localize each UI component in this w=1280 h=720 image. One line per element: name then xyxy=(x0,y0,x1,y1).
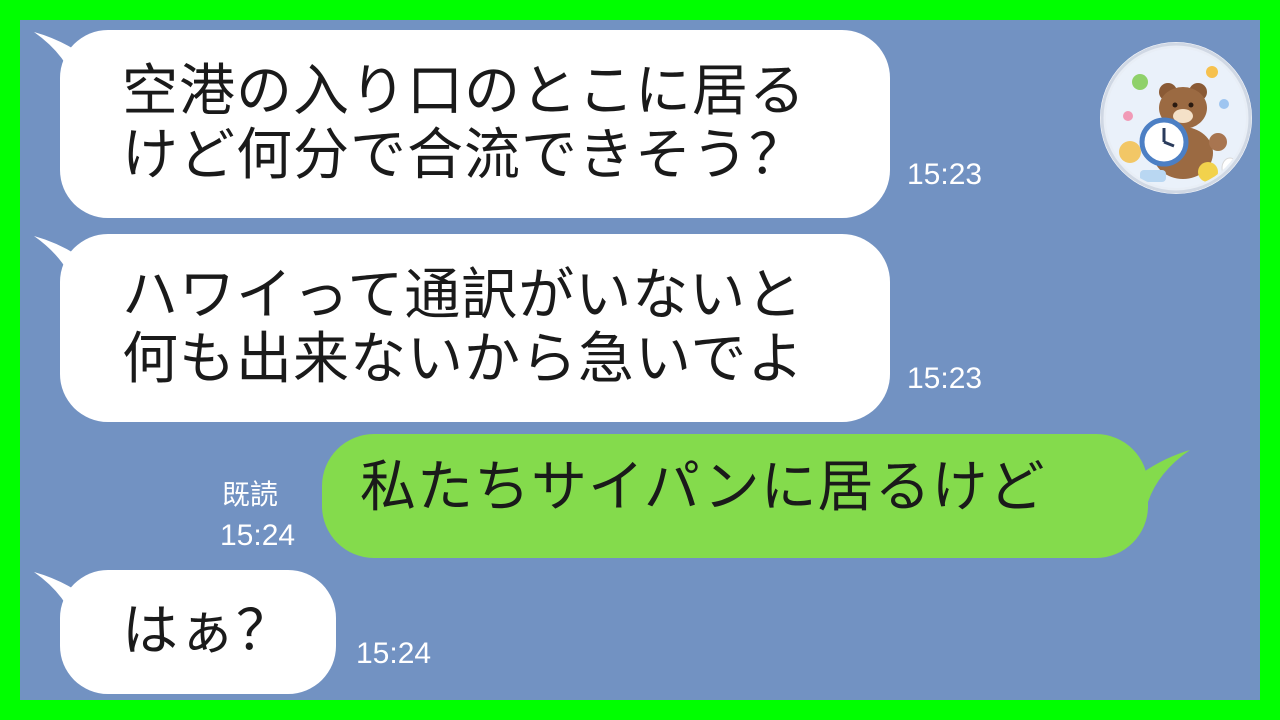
message-text-line: ハワイって通訳がいないと xyxy=(122,263,804,328)
message-text-line: はぁ？ xyxy=(122,599,293,664)
message-bubble-incoming[interactable]: はぁ？ xyxy=(60,570,336,694)
chat-area: 空港の入り口のとこに居る けど何分で合流できそう？ 15:23 ハワイって通訳が… xyxy=(20,20,1260,700)
bear-clock-avatar-icon xyxy=(1100,42,1252,194)
message-time: 15:23 xyxy=(907,362,983,395)
message-text-line: 空港の入り口のとこに居る xyxy=(122,59,806,124)
message-bubble-outgoing[interactable]: 私たちサイパンに居るけど xyxy=(322,434,1148,558)
message-time: 15:24 xyxy=(220,519,296,552)
profile-avatar[interactable] xyxy=(1100,42,1252,194)
message-bubble-incoming[interactable]: 空港の入り口のとこに居る けど何分で合流できそう？ xyxy=(60,30,890,218)
message-text-line: けど何分で合流できそう？ xyxy=(122,123,806,188)
message-bubble-incoming[interactable]: ハワイって通訳がいないと 何も出来ないから急いでよ xyxy=(60,234,890,422)
message-time: 15:23 xyxy=(907,158,983,191)
read-receipt-label: 既読 xyxy=(222,478,279,511)
message-text-line: 私たちサイパンに居るけど xyxy=(360,455,1046,520)
message-text-line: 何も出来ないから急いでよ xyxy=(122,327,805,392)
message-time: 15:24 xyxy=(356,637,432,670)
